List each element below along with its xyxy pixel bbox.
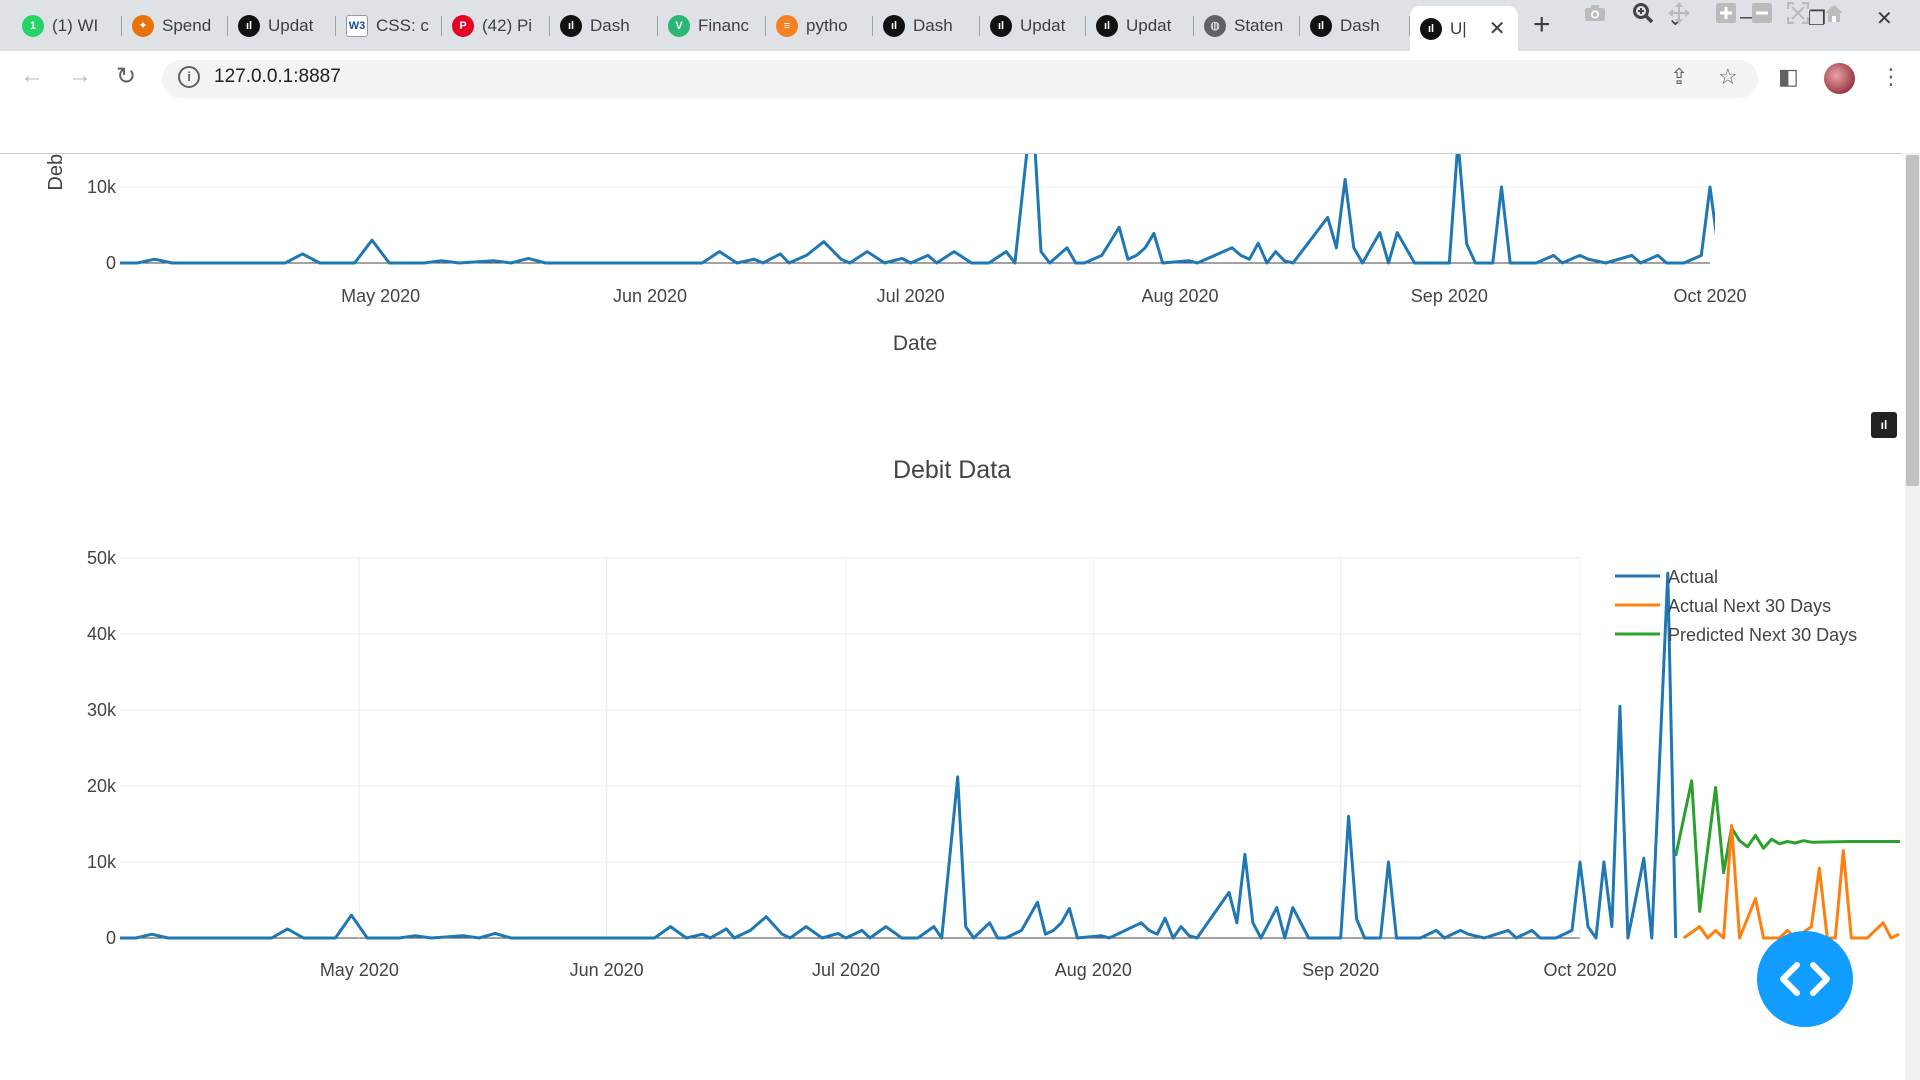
tab-label: (1) WI (52, 15, 99, 35)
tab-favicon-icon: P (452, 14, 474, 37)
browser-tab[interactable]: ✦ Spend (122, 8, 228, 43)
tab-favicon-icon: ◍ (1204, 14, 1226, 37)
y-tick-label: 20k (87, 776, 117, 796)
tab-favicon-icon: ≡ (776, 14, 798, 37)
browser-tab[interactable]: ≡ pytho (766, 8, 873, 43)
y-tick-label: 30k (87, 700, 117, 720)
tab-label: Dash (913, 15, 953, 35)
code-brackets-icon (1780, 962, 1830, 996)
tab-favicon-icon: ✦ (132, 14, 154, 37)
legend-label[interactable]: Predicted Next 30 Days (1668, 625, 1857, 645)
forward-button[interactable]: → (68, 62, 92, 90)
tab-label: (42) Pi (482, 15, 533, 35)
browser-tab[interactable]: ıl Dash (1300, 8, 1410, 43)
browser-tab[interactable]: ıl Updat (980, 8, 1086, 43)
tab-close-icon[interactable]: ✕ (1489, 16, 1506, 41)
tab-label: Staten (1234, 15, 1284, 35)
dash-devtools-button[interactable] (1757, 931, 1853, 1027)
zoom-icon[interactable] (1630, 0, 1656, 26)
bookmark-star-icon[interactable]: ☆ (1718, 64, 1738, 90)
debit-data-chart: Debit Data 0 10k 20k 30k 40k 50k May 2020 Jun 20… (87, 456, 1900, 980)
top-chart: 0 10k Debi May 2020 Jun 2020 Jul 2020 Aug 2020… (45, 154, 1900, 355)
browser-tab[interactable]: ıl Dash (550, 8, 658, 43)
legend-label[interactable]: Actual (1668, 567, 1718, 587)
browser-tab[interactable]: ıl Updat (228, 8, 336, 43)
zoom-in-icon[interactable] (1713, 0, 1739, 26)
tab-favicon-icon: ıl (883, 14, 905, 37)
browser-tab[interactable]: ıl Dash (873, 8, 980, 43)
legend-label[interactable]: Actual Next 30 Days (1668, 596, 1831, 616)
tab-label: CSS: c (376, 15, 429, 35)
browser-tab[interactable]: ıl Updat (1086, 8, 1194, 43)
x-tick-label: Sep 2020 (1302, 960, 1379, 980)
tab-label: Dash (1340, 15, 1380, 35)
top-y-tick-label: 0 (106, 253, 116, 273)
tab-favicon-icon: ıl (1310, 14, 1332, 37)
top-x-tick-label: Jun 2020 (613, 286, 687, 306)
y-tick-label: 40k (87, 624, 117, 644)
y-tick-label: 10k (87, 852, 117, 872)
top-series-line[interactable] (1814, 154, 1900, 236)
top-x-tick-label: Sep 2020 (1411, 286, 1488, 306)
autoscale-icon[interactable] (1785, 0, 1811, 26)
tab-label: U| (1450, 18, 1467, 38)
new-tab-button[interactable]: + (1533, 10, 1551, 40)
top-series-line[interactable] (120, 154, 1814, 265)
browser-tab[interactable]: V Financ (658, 8, 766, 43)
tab-favicon-icon: ıl (1096, 14, 1118, 37)
browser-tab[interactable]: W3 CSS: c (336, 8, 442, 43)
browser-tab[interactable]: ◍ Staten (1194, 8, 1300, 43)
tab-favicon-icon: ıl (1420, 17, 1442, 40)
top-x-tick-label: Jul 2020 (877, 286, 945, 306)
series-line-actual[interactable] (120, 571, 1678, 940)
x-tick-label: May 2020 (320, 960, 399, 980)
top-y-tick-label: 10k (87, 177, 117, 197)
zoom-out-icon[interactable] (1749, 0, 1775, 26)
camera-icon[interactable] (1582, 0, 1608, 26)
tab-favicon-icon: ıl (990, 14, 1012, 37)
tab-label: Dash (590, 15, 630, 35)
tab-favicon-icon: V (668, 14, 690, 37)
top-x-tick-label: Oct 2020 (1673, 286, 1746, 306)
share-icon[interactable]: ⇪ (1670, 64, 1688, 90)
y-tick-label: 0 (106, 928, 116, 948)
pan-icon[interactable] (1666, 0, 1692, 26)
plotly-logo-icon[interactable]: ıl (1871, 412, 1897, 438)
y-tick-label: 50k (87, 548, 117, 568)
x-tick-label: Jun 2020 (570, 960, 644, 980)
tab-label: Updat (268, 15, 314, 35)
tab-label: Financ (698, 15, 750, 35)
top-x-tick-label: Aug 2020 (1141, 286, 1218, 306)
side-panel-icon[interactable]: ◧ (1778, 64, 1799, 90)
tab-favicon-icon: 1 (22, 14, 44, 37)
browser-tab[interactable]: 1 (1) WI (12, 8, 122, 43)
browser-tab[interactable]: P (42) Pi (442, 8, 550, 43)
site-info-icon[interactable]: i (178, 66, 200, 88)
x-tick-label: Jul 2020 (812, 960, 880, 980)
menu-kebab-icon[interactable]: ⋮ (1880, 64, 1902, 90)
chart-title: Debit Data (893, 456, 1011, 484)
top-x-axis-label: Date (893, 332, 937, 355)
reload-button[interactable]: ↻ (116, 62, 136, 91)
reset-axes-icon[interactable] (1821, 0, 1847, 26)
tab-favicon-icon: ıl (560, 14, 582, 37)
profile-avatar[interactable] (1824, 63, 1855, 94)
tab-favicon-icon: ıl (238, 14, 260, 37)
address-url[interactable]: 127.0.0.1:8887 (214, 66, 341, 88)
browser-tab[interactable]: ıl U| ✕ (1410, 6, 1518, 51)
top-x-tick-label: May 2020 (341, 286, 420, 306)
tab-label: Updat (1126, 15, 1172, 35)
x-tick-label: Aug 2020 (1055, 960, 1132, 980)
page-scrollbar-thumb[interactable] (1906, 155, 1919, 486)
close-window-icon[interactable]: ✕ (1876, 6, 1893, 31)
x-tick-label: Oct 2020 (1543, 960, 1616, 980)
tab-favicon-icon: W3 (346, 14, 368, 37)
tab-label: pytho (806, 15, 848, 35)
back-button[interactable]: ← (20, 62, 44, 90)
tab-label: Spend (162, 15, 212, 35)
top-y-axis-label: Debi (45, 154, 67, 191)
address-bar[interactable] (162, 60, 1758, 98)
tab-label: Updat (1020, 15, 1066, 35)
series-line-predicted-next-30-days[interactable] (1674, 779, 1900, 913)
